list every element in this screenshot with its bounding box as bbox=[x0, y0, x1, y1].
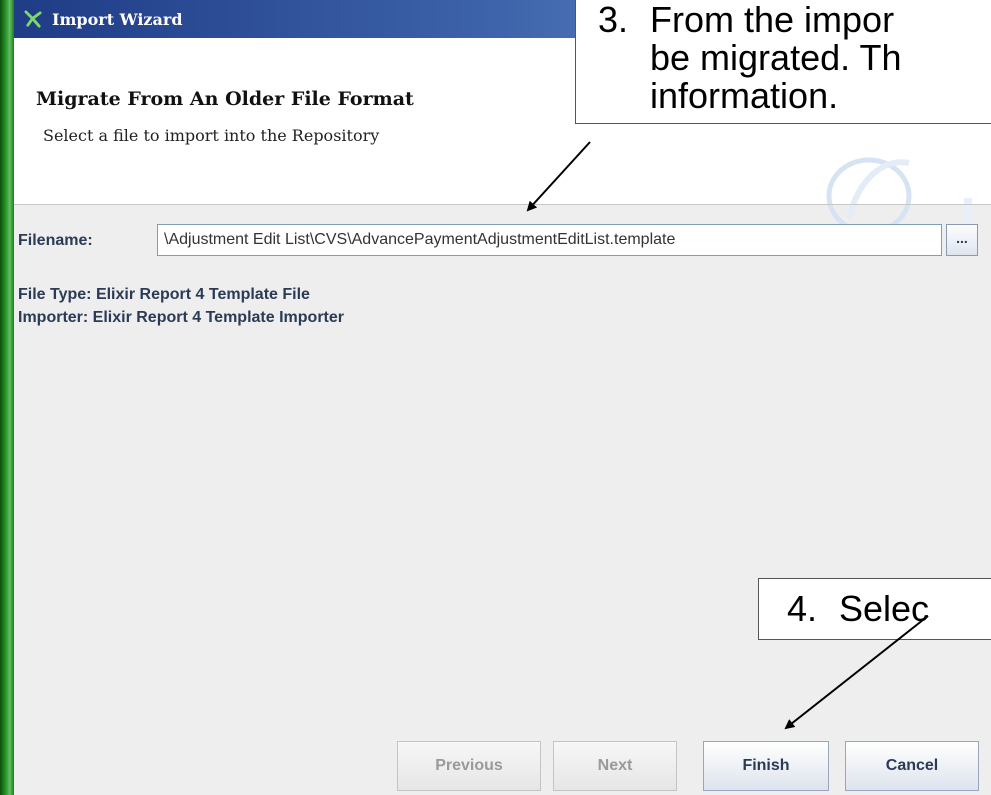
page-subheading: Select a file to import into the Reposit… bbox=[43, 126, 380, 145]
callout-step-3: 3. From the impor be migrated. Th informa… bbox=[575, 0, 991, 124]
callout-step-4: 4. Selec bbox=[758, 578, 991, 640]
filename-label: Filename: bbox=[18, 232, 93, 249]
page-heading: Migrate From An Older File Format bbox=[36, 88, 414, 110]
callout-3-line-2: be migrated. Th bbox=[650, 37, 902, 78]
previous-button[interactable]: Previous bbox=[397, 741, 541, 791]
browse-button[interactable]: ... bbox=[946, 224, 978, 256]
desktop-background bbox=[0, 0, 14, 795]
importer-text: Importer: Elixir Report 4 Template Impor… bbox=[18, 309, 344, 326]
filename-input[interactable]: \Adjustment Edit List\CVS\AdvancePayment… bbox=[157, 224, 942, 256]
next-button[interactable]: Next bbox=[553, 741, 677, 791]
callout-3-line-3: information. bbox=[650, 75, 839, 116]
swoosh-logo bbox=[826, 157, 972, 228]
cancel-button[interactable]: Cancel bbox=[845, 741, 979, 791]
window-title: Import Wizard bbox=[52, 10, 183, 29]
callout-3-number: 3. bbox=[598, 0, 629, 40]
header-divider bbox=[14, 204, 991, 205]
callout-4-number: 4. bbox=[787, 588, 818, 629]
wizard-icon bbox=[24, 10, 42, 28]
callout-4-text: Selec bbox=[839, 588, 930, 629]
callout-3-line-1: From the impor bbox=[650, 0, 895, 40]
finish-button[interactable]: Finish bbox=[703, 741, 829, 791]
file-type-text: File Type: Elixir Report 4 Template File bbox=[18, 286, 310, 303]
